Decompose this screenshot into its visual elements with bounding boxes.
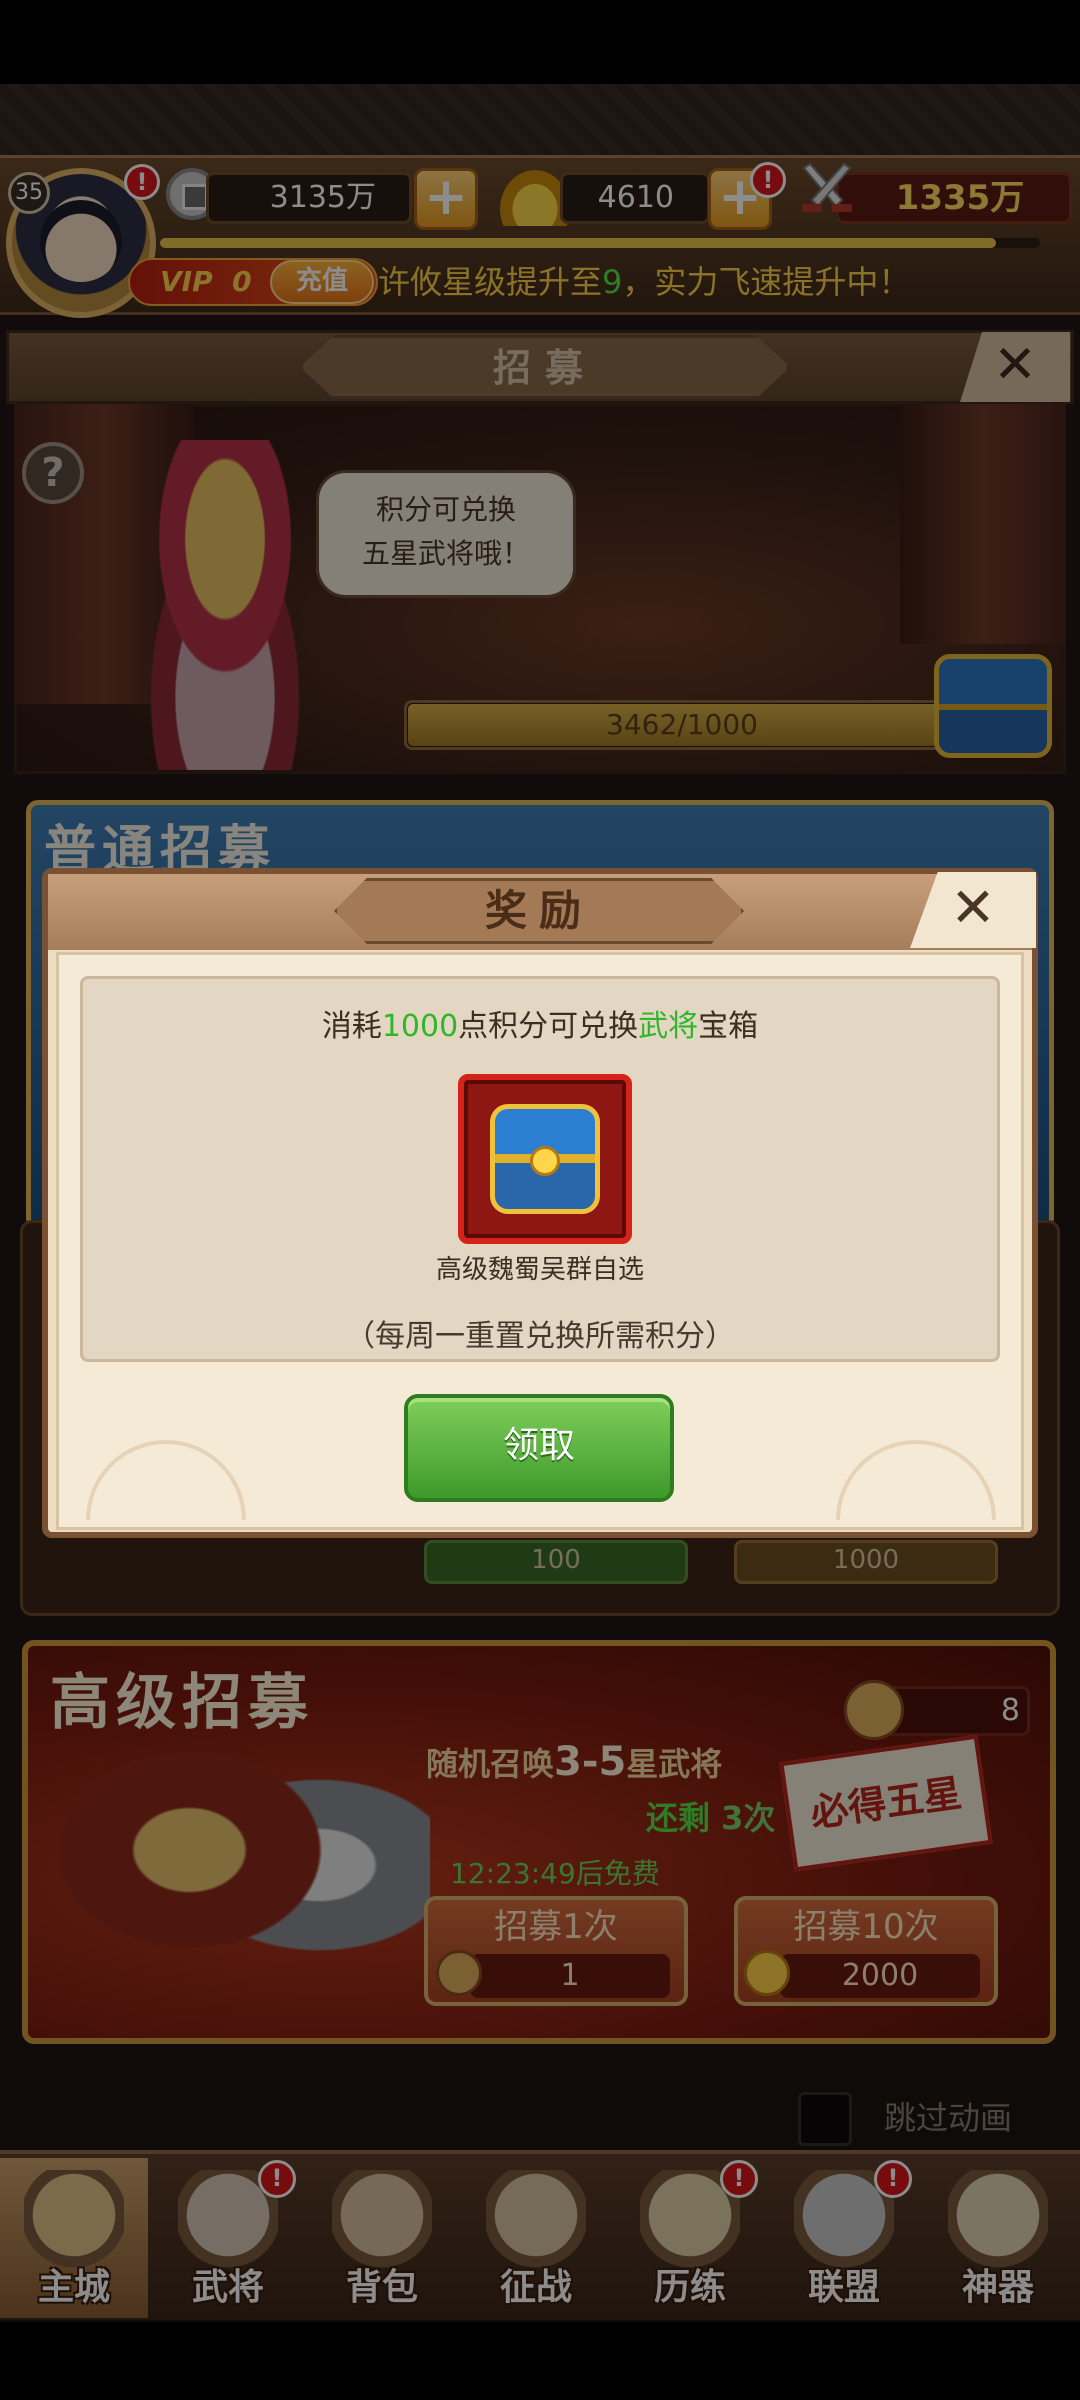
weekly-reset-note: （每周一重置兑换所需积分）	[345, 1319, 735, 1354]
claim-button-label: 领取	[502, 1425, 575, 1466]
reward-modal-title: 奖励	[484, 886, 593, 935]
chest-lock-icon	[530, 1146, 560, 1176]
reward-item-name: 高级魏蜀吴群自选	[435, 1255, 644, 1285]
exchange-cost-text: 消耗1000点积分可兑换武将宝箱	[321, 1009, 759, 1044]
